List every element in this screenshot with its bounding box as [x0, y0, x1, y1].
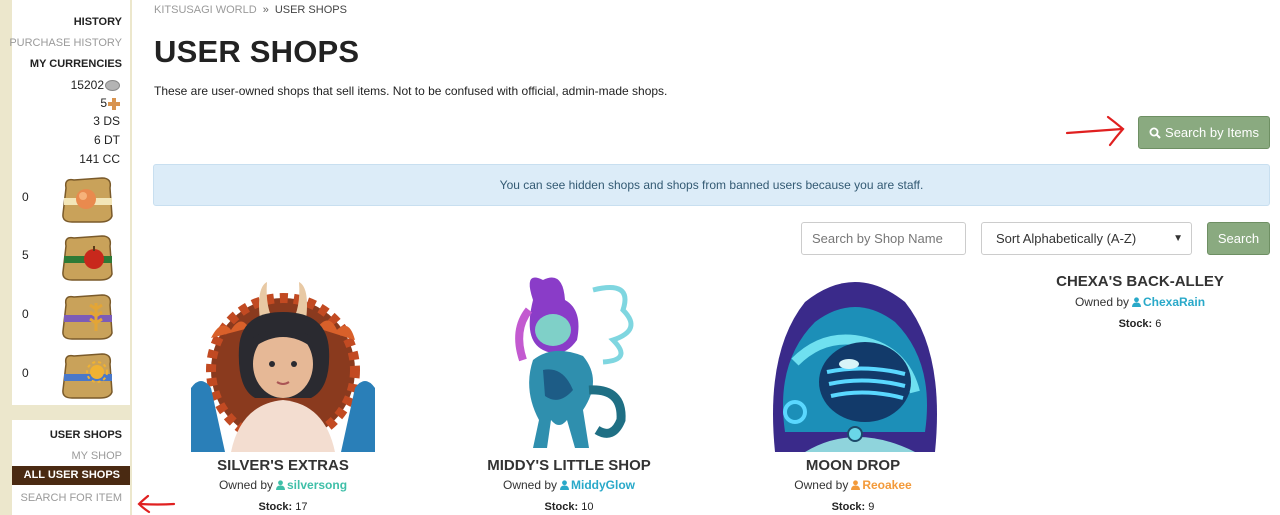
currency-row: 3 DS — [93, 114, 120, 128]
sack-count: 0 — [22, 366, 29, 380]
sack-count: 0 — [22, 307, 29, 321]
user-icon — [560, 480, 570, 490]
stock-value: 17 — [295, 501, 308, 513]
breadcrumb-current: USER SHOPS — [274, 4, 347, 16]
stock-value: 9 — [868, 501, 875, 513]
breadcrumb-separator: » — [262, 4, 269, 16]
sack-count: 5 — [22, 248, 29, 262]
shop-owner: Owned by ChexaRain — [1000, 295, 1280, 309]
sack-count: 0 — [22, 190, 29, 204]
currency-amount: 15202 — [70, 78, 104, 92]
peach-sack-icon — [62, 177, 113, 223]
shop-stock: Stock: 17 — [143, 501, 423, 513]
user-icon — [276, 480, 285, 490]
shop-name-link[interactable]: MIDDY'S LITTLE SHOP — [429, 457, 709, 474]
stock-label: Stock: — [1118, 318, 1153, 330]
owner-link[interactable]: ChexaRain — [1143, 295, 1205, 309]
stock-value: 6 — [1155, 318, 1162, 330]
shop-name-search-input[interactable] — [801, 222, 966, 255]
shop-stock: Stock: 6 — [1000, 318, 1280, 330]
currency-row: 141 CC — [79, 152, 120, 166]
currency-row: 15202 — [71, 78, 120, 92]
shop-owner: Owned by Reoakee — [713, 478, 993, 492]
stock-value: 10 — [581, 501, 594, 513]
orange-cross-icon — [108, 97, 120, 110]
sidebar-item-purchase-history[interactable]: PURCHASE HISTORY — [9, 36, 122, 50]
stock-label: Stock: — [258, 501, 293, 513]
breadcrumb: KITSUSAGI WORLD » USER SHOPS — [154, 4, 347, 16]
shop-name-link[interactable]: SILVER'S EXTRAS — [143, 457, 423, 474]
currency-row: 6 DT — [94, 133, 120, 147]
sun-sack-icon — [62, 353, 113, 399]
currency-row: 5 — [100, 96, 120, 110]
owner-link[interactable]: MiddyGlow — [571, 478, 635, 492]
page-title: USER SHOPS — [154, 34, 360, 69]
currency-amount: 6 — [93, 133, 101, 147]
user-shops-heading: USER SHOPS — [49, 429, 122, 441]
currencies-heading: MY CURRENCIES — [29, 58, 122, 70]
owned-by-label: Owned by — [794, 478, 849, 492]
shop-avatar-image[interactable] — [493, 270, 643, 452]
shop-name-link[interactable]: CHEXA'S BACK-ALLEY — [1000, 273, 1280, 290]
currency-unit: CC — [102, 152, 120, 166]
shop-card: MIDDY'S LITTLE SHOP Owned by MiddyGlow St… — [429, 270, 709, 515]
shop-card: CHEXA'S BACK-ALLEY Owned by ChexaRain Sto… — [1000, 0, 1280, 340]
currency-amount: 5 — [100, 96, 107, 110]
shop-owner: Owned by MiddyGlow — [429, 478, 709, 492]
history-heading: HISTORY — [73, 16, 122, 28]
apple-sack-icon — [62, 235, 113, 281]
sidebar: HISTORY PURCHASE HISTORY MY CURRENCIES 1… — [0, 0, 132, 515]
owner-link[interactable]: Reoakee — [862, 478, 911, 492]
owner-link[interactable]: silversong — [287, 478, 347, 492]
stock-label: Stock: — [544, 501, 579, 513]
sidebar-item-my-shop[interactable]: MY SHOP — [71, 449, 122, 463]
page-intro: These are user-owned shops that sell ite… — [154, 84, 668, 98]
shop-card: MOON DROP Owned by Reoakee Stock: 9 — [713, 270, 993, 515]
shop-avatar-image[interactable] — [191, 278, 375, 452]
shop-card: SILVER'S EXTRAS Owned by silversong Stock… — [143, 270, 423, 515]
shop-stock: Stock: 10 — [429, 501, 709, 513]
owned-by-label: Owned by — [1074, 295, 1129, 309]
shop-owner: Owned by silversong — [143, 478, 423, 492]
owned-by-label: Owned by — [218, 478, 273, 492]
shop-name-link[interactable]: MOON DROP — [713, 457, 993, 474]
currency-unit: DS — [103, 114, 120, 128]
currency-amount: 141 — [79, 152, 100, 166]
shop-avatar-image[interactable] — [765, 272, 945, 452]
sidebar-item-all-user-shops[interactable]: ALL USER SHOPS — [12, 466, 130, 485]
owned-by-label: Owned by — [502, 478, 558, 492]
wheat-sack-icon — [62, 294, 113, 340]
currency-unit: DT — [104, 133, 120, 147]
sidebar-item-search-for-item[interactable]: SEARCH FOR ITEM — [21, 491, 122, 505]
user-icon — [851, 480, 861, 490]
currency-amount: 3 — [93, 114, 100, 128]
user-icon — [1132, 297, 1141, 307]
shop-stock: Stock: 9 — [713, 501, 993, 513]
breadcrumb-root[interactable]: KITSUSAGI WORLD — [154, 4, 257, 16]
stock-label: Stock: — [831, 501, 866, 513]
silver-coin-icon — [105, 80, 120, 92]
